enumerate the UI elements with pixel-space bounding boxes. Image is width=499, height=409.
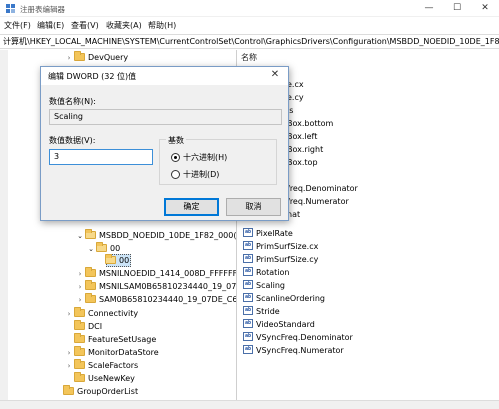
list-item-primsurfsize-cy[interactable]: ab PrimSurfSize.cy — [243, 253, 318, 266]
list-item-stride[interactable]: ab Stride — [243, 305, 280, 318]
tree-item-msbdd[interactable]: ⌄ MSBDD_NOEDID_10DE_1F82_000( — [75, 229, 236, 242]
list-item[interactable]: Box.right — [287, 143, 323, 156]
folder-icon — [85, 267, 96, 277]
window-title: 注册表编辑器 — [20, 5, 65, 14]
title-bar: 注册表编辑器 — ☐ ✕ — [0, 0, 499, 17]
horizontal-scrollbar[interactable] — [0, 400, 499, 409]
list-item-scanlineordering[interactable]: ab ScanlineOrdering — [243, 292, 325, 305]
dword-value-icon: ab — [243, 280, 253, 289]
dword-value-icon: ab — [243, 345, 253, 354]
value-name-field: Scaling — [49, 109, 282, 125]
list-item[interactable]: e.cx — [287, 78, 304, 91]
column-header-name[interactable]: 名称 — [241, 52, 257, 63]
list-item-pixelrate[interactable]: ab PixelRate — [243, 227, 293, 240]
folder-icon — [74, 333, 85, 343]
menu-help[interactable]: 帮助(H) — [148, 20, 176, 31]
tree-item-dci[interactable]: DCI — [64, 320, 102, 333]
list-item-primsurfsize-cx[interactable]: ab PrimSurfSize.cx — [243, 240, 318, 253]
dword-value-icon: ab — [243, 267, 253, 276]
list-item[interactable]: e.cy — [287, 91, 304, 104]
tree-item-featuresetusage[interactable]: FeatureSetUsage — [64, 333, 156, 346]
list-item-vsyncfreq-denominator[interactable]: ab VSyncFreq.Denominator — [243, 331, 353, 344]
tree-item-sam[interactable]: › SAM0B65810234440_19_07DE_C6 — [75, 293, 236, 307]
expand-arrow-icon[interactable]: › — [75, 294, 85, 307]
dialog-title-bar[interactable]: 编辑 DWORD (32 位)值 ✕ — [41, 67, 288, 85]
tree-item-devquery[interactable]: › DevQuery — [64, 51, 128, 64]
radio-checked-icon[interactable] — [171, 153, 180, 162]
dialog-close-icon[interactable]: ✕ — [268, 69, 282, 80]
minimize-button[interactable]: — — [415, 0, 443, 17]
menu-view[interactable]: 查看(V) — [71, 20, 99, 31]
dialog-title: 编辑 DWORD (32 位)值 — [48, 72, 137, 81]
dword-value-icon: ab — [243, 241, 253, 250]
menu-bar: 文件(F) 编辑(E) 查看(V) 收藏夹(A) 帮助(H) — [0, 17, 499, 34]
list-item[interactable]: Box.left — [287, 130, 317, 143]
list-item-videostandard[interactable]: ab VideoStandard — [243, 318, 315, 331]
folder-open-icon — [105, 254, 116, 264]
menu-favorites[interactable]: 收藏夹(A) — [106, 20, 142, 31]
list-item[interactable]: freq.Numerator — [287, 195, 349, 208]
tree-item-msnilnoedid[interactable]: › MSNILNOEDID_1414_008D_FFFFFF — [75, 267, 236, 280]
tree-item-msnilsam[interactable]: › MSNILSAM0B65810234440_19_07 — [75, 280, 236, 293]
tree-vertical-scrollbar[interactable] — [0, 50, 8, 400]
tree-item-connectivity[interactable]: › Connectivity — [64, 307, 138, 320]
value-data-label: 数值数据(V): — [49, 136, 96, 145]
list-item[interactable]: Box.bottom — [287, 117, 333, 130]
hex-radio[interactable]: 十六进制(H) — [171, 152, 227, 163]
list-item-scaling[interactable]: ab Scaling — [243, 279, 285, 292]
folder-icon — [74, 51, 85, 61]
folder-icon — [74, 372, 85, 382]
dword-value-icon: ab — [243, 254, 253, 263]
tree-item-scalefactors[interactable]: › ScaleFactors — [64, 359, 138, 372]
list-item[interactable]: Box.top — [287, 156, 318, 169]
collapse-arrow-icon[interactable]: ⌄ — [75, 230, 85, 243]
expand-arrow-icon[interactable]: › — [64, 52, 74, 65]
dword-value-icon: ab — [243, 332, 253, 341]
registry-editor-icon — [6, 4, 15, 13]
list-item-vsyncfreq-numerator[interactable]: ab VSyncFreq.Numerator — [243, 344, 344, 357]
close-button[interactable]: ✕ — [471, 0, 499, 17]
base-group-label: 基数 — [166, 135, 186, 146]
dword-value-icon: ab — [243, 306, 253, 315]
folder-icon — [74, 359, 85, 369]
decimal-radio[interactable]: 十进制(D) — [171, 169, 219, 180]
folder-icon — [74, 346, 85, 356]
cancel-button[interactable]: 取消 — [226, 198, 281, 216]
folder-icon — [85, 293, 96, 303]
folder-open-icon — [96, 242, 107, 252]
dword-value-icon: ab — [243, 319, 253, 328]
address-bar[interactable]: 计算机\HKEY_LOCAL_MACHINE\SYSTEM\CurrentCon… — [0, 34, 499, 49]
edit-dword-dialog: 编辑 DWORD (32 位)值 ✕ 数值名称(N): Scaling 数值数据… — [40, 66, 289, 221]
tree-item-00-selected[interactable]: 00 — [95, 254, 129, 267]
dword-value-icon: ab — [243, 228, 253, 237]
list-item[interactable]: freq.Denominator — [287, 182, 358, 195]
folder-icon — [74, 307, 85, 317]
value-name-label: 数值名称(N): — [49, 97, 96, 106]
ok-button[interactable]: 确定 — [164, 198, 219, 216]
folder-icon — [85, 280, 96, 290]
folder-icon — [63, 385, 74, 395]
folder-open-icon — [85, 229, 96, 239]
tree-item-grouporderlist[interactable]: GroupOrderList — [53, 385, 138, 398]
menu-edit[interactable]: 编辑(E) — [37, 20, 64, 31]
tree-item-monitordatastore[interactable]: › MonitorDataStore — [64, 346, 159, 359]
radio-unchecked-icon[interactable] — [171, 170, 180, 179]
menu-file[interactable]: 文件(F) — [4, 20, 31, 31]
dword-value-icon: ab — [243, 293, 253, 302]
value-data-input[interactable]: 3 — [49, 149, 153, 165]
folder-icon — [74, 320, 85, 330]
tree-item-usenewkey[interactable]: UseNewKey — [64, 372, 135, 385]
maximize-button[interactable]: ☐ — [443, 0, 471, 17]
list-item-rotation[interactable]: ab Rotation — [243, 266, 289, 279]
